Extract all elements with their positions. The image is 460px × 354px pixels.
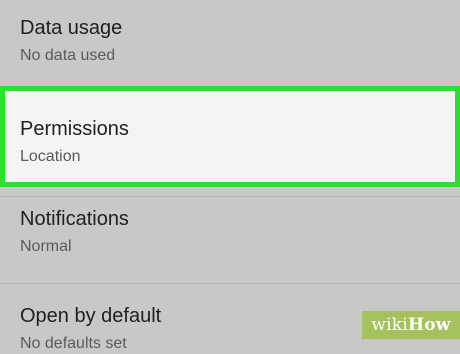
setting-item-data-usage[interactable]: Data usage No data used: [0, 16, 460, 66]
watermark-suffix: How: [407, 315, 451, 335]
list-divider: [0, 283, 460, 284]
setting-title: Permissions: [20, 118, 129, 140]
setting-item-permissions[interactable]: Permissions Location: [0, 86, 460, 187]
setting-title: Data usage: [20, 17, 123, 39]
setting-subtitle: No data used: [20, 47, 116, 64]
watermark-prefix: wiki: [371, 315, 408, 335]
setting-title: Notifications: [20, 208, 129, 230]
setting-subtitle: Normal: [20, 238, 72, 255]
setting-subtitle: Location: [20, 148, 81, 165]
setting-item-notifications[interactable]: Notifications Normal: [0, 207, 460, 257]
wikihow-watermark: wikiHow: [362, 311, 460, 339]
list-divider: [0, 196, 460, 197]
settings-list: Data usage No data used Permissions Loca…: [0, 0, 460, 352]
